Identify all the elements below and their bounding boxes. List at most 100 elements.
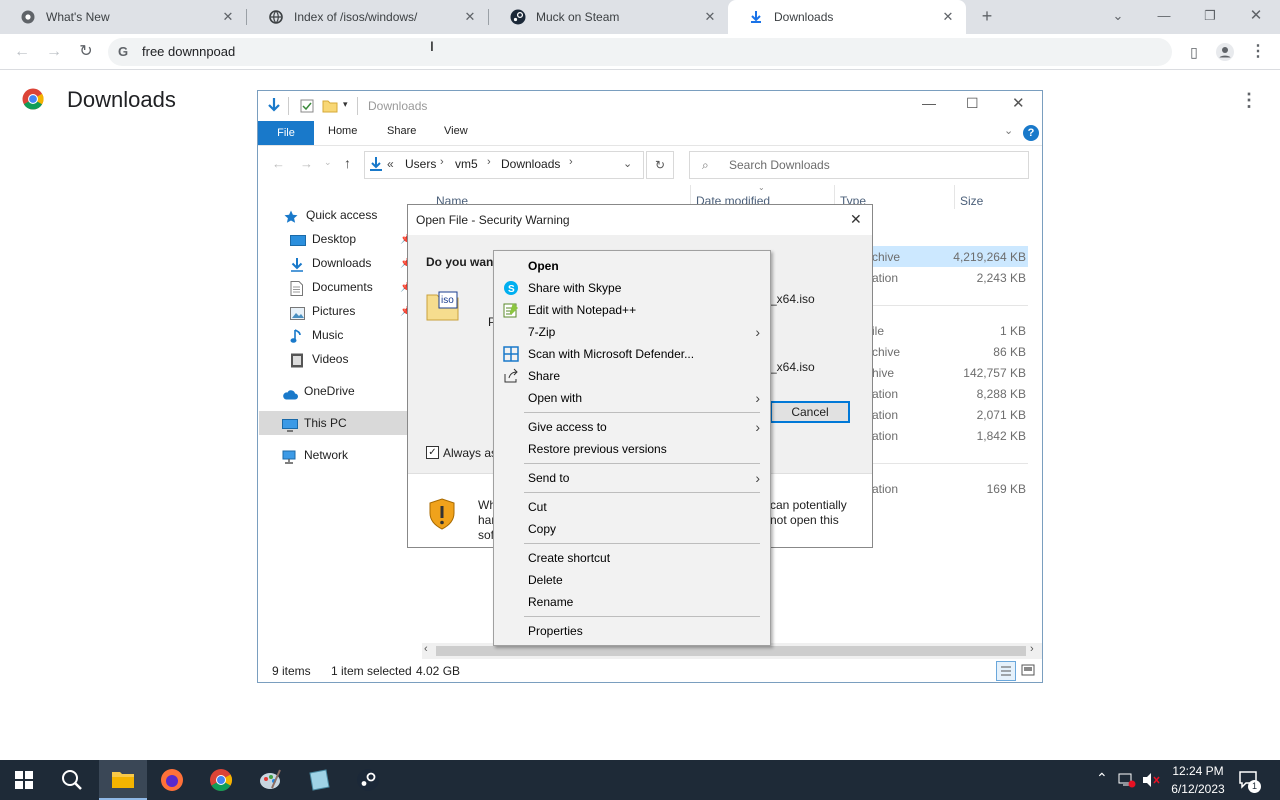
up-icon[interactable]: ↑ <box>344 155 351 171</box>
close-tab-icon[interactable]: ✕ <box>702 9 718 25</box>
menu-item-delete[interactable]: Delete <box>494 569 770 591</box>
menu-item-7-zip[interactable]: 7-Zip › <box>494 321 770 343</box>
tab-muck-on-steam[interactable]: Muck on Steam ✕ <box>490 0 728 34</box>
tab-search-icon[interactable]: ⌄ <box>1108 6 1128 26</box>
taskbar-steam[interactable] <box>344 760 392 800</box>
more-actions-icon[interactable]: ⋮ <box>1240 90 1258 111</box>
search-taskbar-button[interactable] <box>48 760 96 800</box>
tab-whats-new[interactable]: What's New ✕ <box>0 0 246 34</box>
menu-item-share-with-skype[interactable]: S Share with Skype <box>494 277 770 299</box>
chrome-menu-icon[interactable]: ⋮ <box>1246 40 1270 64</box>
close-window-icon[interactable]: ✕ <box>1012 94 1025 112</box>
network-icon <box>282 449 298 464</box>
breadcrumb-vm5[interactable]: vm5 <box>455 157 478 171</box>
tab-downloads[interactable]: Downloads ✕ <box>728 0 966 34</box>
cancel-button[interactable]: Cancel <box>770 401 850 423</box>
menu-item-open-with[interactable]: Open with › <box>494 387 770 409</box>
explorer-address-bar[interactable]: « Users › vm5 › Downloads › ⌄ <box>364 151 644 179</box>
large-icons-view-icon[interactable] <box>1020 662 1036 681</box>
new-tab-button[interactable]: + <box>977 6 997 26</box>
nav-videos[interactable]: Videos <box>290 348 348 370</box>
ribbon-tab-view[interactable]: View <box>444 125 468 137</box>
nav-music[interactable]: Music <box>290 324 343 346</box>
menu-item-give-access[interactable]: Give access to › <box>494 416 770 438</box>
taskbar-firefox[interactable] <box>148 760 196 800</box>
minimize-icon[interactable]: — <box>1154 6 1174 26</box>
details-view-icon[interactable] <box>996 661 1016 681</box>
show-hidden-icons[interactable]: ⌃ <box>1096 770 1108 787</box>
address-dropdown-icon[interactable]: ⌄ <box>623 157 632 170</box>
taskbar-app-notepad[interactable] <box>295 760 343 800</box>
restore-icon[interactable]: ❐ <box>1200 6 1220 26</box>
forward-icon[interactable]: → <box>42 40 66 64</box>
nav-desktop[interactable]: Desktop <box>290 228 356 250</box>
menu-item-share[interactable]: Share <box>494 365 770 387</box>
close-dialog-icon[interactable]: ✕ <box>850 211 862 228</box>
nav-downloads[interactable]: Downloads <box>290 252 371 274</box>
close-tab-icon[interactable]: ✕ <box>462 9 478 25</box>
menu-item-send-to[interactable]: Send to › <box>494 467 770 489</box>
expand-ribbon-icon[interactable]: ⌄ <box>1004 124 1013 137</box>
menu-item-cut[interactable]: Cut <box>494 496 770 518</box>
menu-item-scan-defender[interactable]: Scan with Microsoft Defender... <box>494 343 770 365</box>
ribbon-tab-file[interactable]: File <box>258 121 314 145</box>
menu-item-copy[interactable]: Copy <box>494 518 770 540</box>
reload-icon[interactable]: ↻ <box>74 40 98 64</box>
column-size[interactable]: Size <box>960 194 983 208</box>
refresh-icon[interactable]: ↻ <box>646 151 674 179</box>
scroll-right-icon[interactable]: › <box>1030 643 1034 655</box>
menu-item-edit-with-notepad[interactable]: Edit with Notepad++ <box>494 299 770 321</box>
scroll-left-icon[interactable]: ‹ <box>424 643 428 655</box>
volume-muted-icon[interactable] <box>1142 772 1160 791</box>
back-icon[interactable]: ← <box>272 156 285 171</box>
taskbar-chrome[interactable] <box>197 760 245 800</box>
recent-locations-icon[interactable]: ⌄ <box>324 157 332 168</box>
forward-icon[interactable]: → <box>300 156 313 171</box>
menu-item-properties[interactable]: Properties <box>494 620 770 642</box>
taskbar-file-explorer[interactable] <box>99 760 147 800</box>
breadcrumb-overflow[interactable]: « <box>387 157 394 171</box>
side-panel-icon[interactable]: ▯ <box>1182 40 1206 64</box>
ribbon-tab-share[interactable]: Share <box>387 125 416 137</box>
minimize-icon[interactable]: — <box>922 95 936 111</box>
close-tab-icon[interactable]: ✕ <box>220 9 236 25</box>
menu-item-create-shortcut[interactable]: Create shortcut <box>494 547 770 569</box>
taskbar-app-palette[interactable] <box>246 760 294 800</box>
menu-item-open[interactable]: Open <box>494 255 770 277</box>
clock-time[interactable]: 12:24 PM <box>1170 764 1226 778</box>
chevron-right-icon[interactable]: › <box>569 156 573 168</box>
search-input[interactable]: ⌕ Search Downloads <box>689 151 1029 179</box>
menu-item-restore-previous-versions[interactable]: Restore previous versions <box>494 438 770 460</box>
scrollbar-thumb[interactable] <box>436 646 1026 656</box>
nav-pictures[interactable]: Pictures <box>290 300 355 322</box>
help-icon[interactable]: ? <box>1023 125 1039 141</box>
breadcrumb-users[interactable]: Users <box>405 157 436 171</box>
close-window-icon[interactable]: ✕ <box>1246 6 1266 26</box>
maximize-icon[interactable]: ☐ <box>966 95 979 112</box>
network-status-icon[interactable] <box>1118 772 1136 791</box>
nav-this-pc[interactable]: This PC <box>282 412 347 434</box>
clock-date[interactable]: 6/12/2023 <box>1166 782 1230 796</box>
new-folder-quick-icon[interactable] <box>322 99 338 116</box>
properties-quick-icon[interactable] <box>300 99 314 116</box>
customize-quick-access-icon[interactable]: ▾ <box>343 99 348 110</box>
skype-icon: S <box>503 280 519 296</box>
tab-index-of-isos[interactable]: Index of /isos/windows/ ✕ <box>248 0 488 34</box>
menu-item-rename[interactable]: Rename <box>494 591 770 613</box>
start-button[interactable] <box>0 760 48 800</box>
chevron-right-icon[interactable]: › <box>487 156 491 168</box>
chevron-right-icon[interactable]: › <box>440 156 444 168</box>
nav-network[interactable]: Network <box>282 444 348 466</box>
nav-quick-access[interactable]: Quick access <box>284 204 377 226</box>
nav-onedrive[interactable]: OneDrive <box>282 380 355 402</box>
close-tab-icon[interactable]: ✕ <box>940 9 956 25</box>
steam-icon <box>357 769 379 791</box>
back-icon[interactable]: ← <box>10 40 34 64</box>
ribbon-tab-home[interactable]: Home <box>328 125 357 137</box>
breadcrumb-downloads[interactable]: Downloads <box>501 157 560 171</box>
row-type: hive <box>872 366 895 380</box>
address-bar[interactable]: G free downnpoad <box>108 38 1172 66</box>
always-ask-checkbox[interactable]: ✓ <box>426 446 439 459</box>
nav-documents[interactable]: Documents <box>290 276 373 298</box>
profile-icon[interactable] <box>1213 40 1237 64</box>
